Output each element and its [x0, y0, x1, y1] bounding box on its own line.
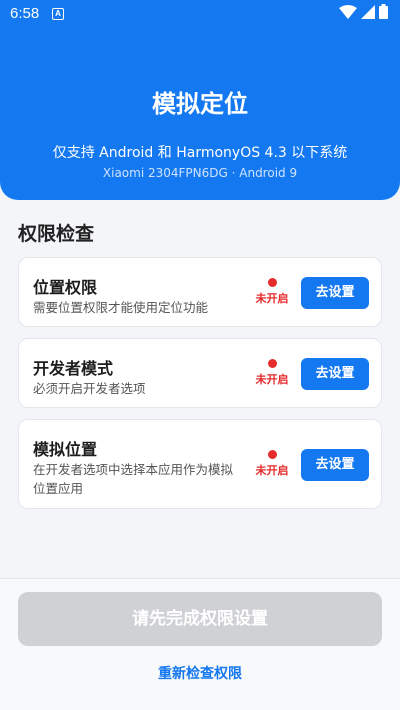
- developer-settings-button[interactable]: 去设置: [301, 358, 369, 390]
- signal-icon: [361, 4, 375, 24]
- status-badge: 未开启: [247, 278, 297, 306]
- header: 6:58 A 模拟定位 仅支持 Android 和 HarmonyOS 4.3 …: [0, 0, 400, 200]
- status-time: 6:58: [10, 5, 40, 22]
- battery-icon: [379, 4, 388, 24]
- complete-permissions-button[interactable]: 请先完成权限设置: [18, 592, 382, 646]
- status-dot-icon: [267, 359, 277, 368]
- notification-icon: A: [52, 8, 64, 20]
- page-title: 模拟定位: [152, 90, 248, 118]
- permission-card-location: 位置权限 需要位置权限才能使用定位功能 未开启 去设置: [18, 257, 382, 327]
- card-description: 需要位置权限才能使用定位功能: [33, 300, 209, 315]
- permission-card-mock-location: 模拟位置 在开发者选项中选择本应用作为模拟位置应用 未开启 去设置: [18, 419, 382, 509]
- card-title: 位置权限: [33, 278, 98, 297]
- status-bar: 6:58 A: [0, 0, 400, 28]
- permission-card-developer: 开发者模式 必须开启开发者选项 未开启 去设置: [18, 338, 382, 408]
- bottom-bar: 请先完成权限设置 重新检查权限: [0, 578, 400, 710]
- mock-location-settings-button[interactable]: 去设置: [301, 449, 369, 481]
- device-info: Xiaomi 2304FPN6DG · Android 9: [102, 166, 298, 180]
- status-dot-icon: [267, 450, 277, 459]
- card-description: 在开发者选项中选择本应用作为模拟位置应用: [33, 462, 234, 496]
- card-title: 开发者模式: [33, 359, 114, 378]
- wifi-icon: [339, 4, 357, 24]
- status-badge: 未开启: [247, 450, 297, 478]
- status-label: 未开启: [255, 373, 289, 386]
- status-dot-icon: [267, 278, 277, 287]
- recheck-permissions-button[interactable]: 重新检查权限: [0, 663, 400, 683]
- status-badge: 未开启: [247, 359, 297, 387]
- page-subtitle: 仅支持 Android 和 HarmonyOS 4.3 以下系统: [52, 145, 348, 161]
- location-settings-button[interactable]: 去设置: [301, 277, 369, 309]
- card-description: 必须开启开发者选项: [33, 381, 146, 396]
- card-title: 模拟位置: [33, 440, 98, 459]
- status-label: 未开启: [255, 464, 289, 477]
- section-title-permissions: 权限检查: [18, 223, 95, 245]
- status-label: 未开启: [255, 292, 289, 305]
